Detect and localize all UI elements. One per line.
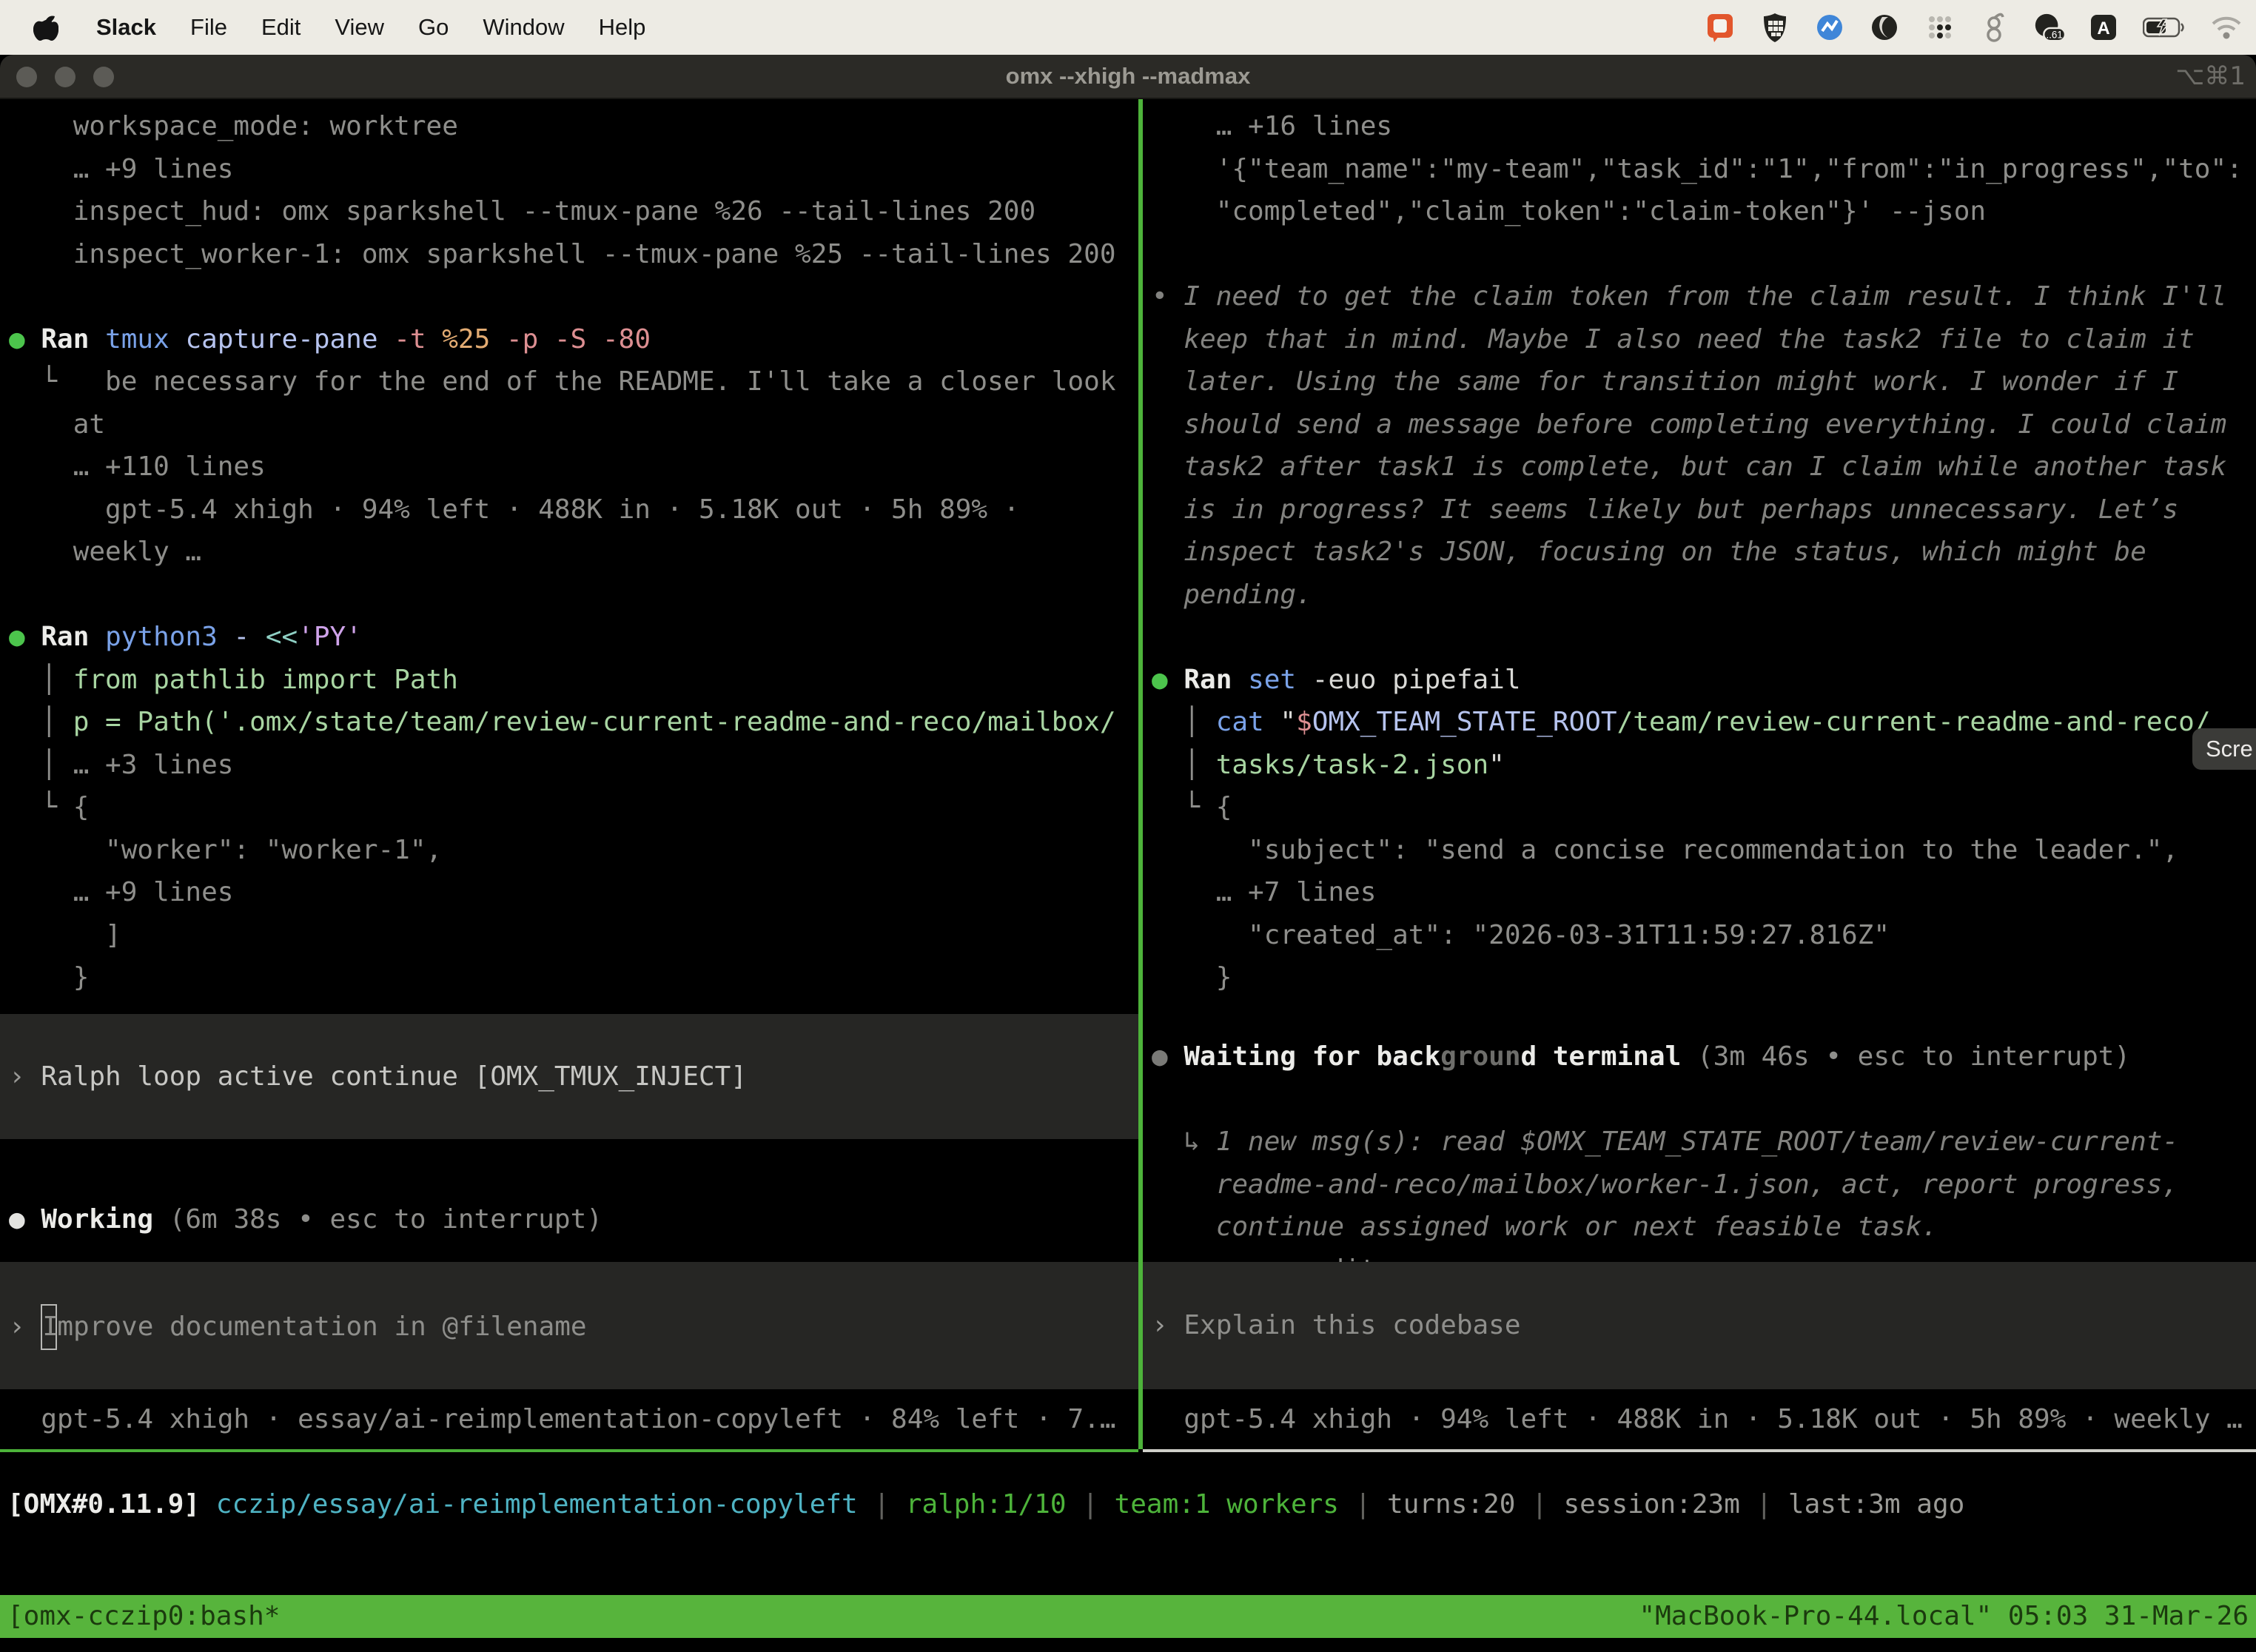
right-prompt-input[interactable]: › Explain this codebase [1143,1262,2256,1389]
right-model-statusline: gpt-5.4 xhigh · 94% left · 488K in · 5.1… [1143,1398,2256,1441]
terminal-line: task2 after task1 is complete, but can I… [1152,446,2256,488]
terminal-line: readme-and-reco/mailbox/worker-1.json, a… [1152,1164,2256,1206]
terminal-line: … +7 lines [1152,871,2256,914]
menu-item-file[interactable]: File [190,14,227,41]
terminal-line: weekly … [9,531,1138,574]
chat-badge-icon[interactable] [1704,11,1736,44]
tmux-terminal: workspace_mode: worktree … +9 lines insp… [0,99,2256,1652]
right-pane-transcript: … +16 lines '{"team_name":"my-team","tas… [1143,105,2256,999]
terminal-line: } [9,956,1138,999]
apple-menu-icon[interactable] [30,11,62,44]
left-pane-transcript: workspace_mode: worktree … +9 lines insp… [0,105,1138,999]
menu-item-window[interactable]: Window [483,14,564,41]
badge-count-text: ..61 [2046,29,2062,40]
screenshot-tooltip-label: Scre [2206,728,2253,770]
window-shortcut-badge: ⌥⌘1 [2175,55,2246,98]
input-source-icon[interactable]: A [2087,11,2120,44]
window-title-bar[interactable]: omx --xhigh --madmax ⌥⌘1 [0,55,2256,99]
terminal-line: └ { [1152,786,2256,829]
working-status: ● Working (6m 38s • esc to interrupt) [0,1198,1138,1241]
terminal-line: later. Using the same for transition mig… [1152,360,2256,403]
terminal-line: … +16 lines [1152,105,2256,148]
terminal-line: … +110 lines [9,446,1138,488]
battery-icon[interactable] [2142,11,2188,44]
terminal-line: │ from pathlib import Path [9,659,1138,702]
macos-menu-bar: Slack File Edit View Go Window Help ..61 [0,0,2256,55]
terminal-line: • I need to get the claim token from the… [1152,275,2256,318]
terminal-line: ● Ran set -euo pipefail [1152,659,2256,702]
terminal-line [9,275,1138,318]
apple-logo [33,13,58,42]
stats-circle-icon[interactable] [1813,11,1846,44]
terminal-line: at [9,403,1138,446]
terminal-line: inspect_hud: omx sparkshell --tmux-pane … [9,190,1138,233]
terminal-line: workspace_mode: worktree [9,105,1138,148]
right-prompt-text: › Explain this codebase [1152,1304,1521,1347]
terminal-line: "created_at": "2026-03-31T11:59:27.816Z" [1152,914,2256,957]
terminal-line: "completed","claim_token":"claim-token"}… [1152,190,2256,233]
left-pane-bottom-border [0,1449,1138,1452]
terminal-line: inspect task2's JSON, focusing on the st… [1152,531,2256,574]
terminal-line: should send a message before completing … [1152,403,2256,446]
terminal-line: keep that in mind. Maybe I also need the… [1152,318,2256,361]
dots-grid-icon[interactable] [1923,11,1955,44]
terminal-line: │ tasks/task-2.json" [1152,744,2256,787]
terminal-line [9,574,1138,617]
count-badge-icon[interactable]: ..61 [2032,11,2065,44]
svg-text:A: A [2097,19,2109,38]
terminal-line: … +9 lines [9,871,1138,914]
right-pane-bottom-border [1143,1449,2256,1452]
terminal-line [1152,233,2256,276]
terminal-line: gpt-5.4 xhigh · 94% left · 488K in · 5.1… [9,488,1138,531]
terminal-line: … +9 lines [9,148,1138,191]
tmux-pane-left[interactable]: workspace_mode: worktree … +9 lines insp… [0,99,1138,1449]
ralph-loop-banner: › Ralph loop active continue [OMX_TMUX_I… [0,1014,1138,1139]
tmux-status-bar: [omx-cczip0:bash* "MacBook-Pro-44.local"… [0,1595,2256,1638]
terminal-line: is in progress? It seems likely but perh… [1152,488,2256,531]
shield-grid-icon[interactable] [1759,11,1791,44]
terminal-line: └ { [9,786,1138,829]
tmux-host-clock: "MacBook-Pro-44.local" 05:03 31-Mar-26 [1639,1595,2249,1638]
terminal-line: "subject": "send a concise recommendatio… [1152,829,2256,872]
terminal-line: │ … +3 lines [9,744,1138,787]
terminal-line: pending. [1152,574,2256,617]
terminal-line: } [1152,956,2256,999]
omx-status-line: [OMX#0.11.9] cczip/essay/ai-reimplementa… [0,1483,2256,1526]
terminal-window: omx --xhigh --madmax ⌥⌘1 workspace_mode:… [0,55,2256,1652]
terminal-line [1152,616,2256,659]
menu-item-app[interactable]: Slack [96,14,156,41]
screenshot-tooltip: Scre [2192,728,2256,770]
menu-item-go[interactable]: Go [418,14,449,41]
menu-bar-left: Slack File Edit View Go Window Help [0,11,645,44]
terminal-line: └ be necessary for the end of the README… [9,360,1138,403]
terminal-line: "worker": "worker-1", [9,829,1138,872]
window-title: omx --xhigh --madmax [0,55,2256,98]
terminal-line: ● Ran tmux capture-pane -t %25 -p -S -80 [9,318,1138,361]
wifi-icon[interactable] [2210,11,2243,44]
menu-item-edit[interactable]: Edit [261,14,301,41]
waiting-status: ● Waiting for background terminal (3m 46… [1143,1035,2256,1078]
left-model-statusline: gpt-5.4 xhigh · essay/ai-reimplementatio… [0,1398,1138,1441]
menu-item-view[interactable]: View [335,14,384,41]
left-prompt-input[interactable]: › Improve documentation in @filename [0,1262,1138,1389]
ralph-loop-text: › Ralph loop active continue [OMX_TMUX_I… [9,1055,747,1098]
terminal-line: ] [9,914,1138,957]
terminal-line: ● Ran python3 - <<'PY' [9,616,1138,659]
terminal-line: '{"team_name":"my-team","task_id":"1","f… [1152,148,2256,191]
menu-item-help[interactable]: Help [599,14,646,41]
terminal-line: ↳ 1 new msg(s): read $OMX_TEAM_STATE_ROO… [1152,1121,2256,1164]
menu-bar-status-icons: ..61 A [1704,11,2256,44]
terminal-line: continue assigned work or next feasible … [1152,1206,2256,1249]
terminal-line: │ p = Path('.omx/state/team/review-curre… [9,701,1138,744]
terminal-line: inspect_worker-1: omx sparkshell --tmux-… [9,233,1138,276]
left-prompt-text: › Improve documentation in @filename [9,1304,587,1347]
tmux-session-name: [omx-cczip0:bash* [7,1595,280,1638]
terminal-line: │ cat "$OMX_TEAM_STATE_ROOT/team/review-… [1152,701,2256,744]
moon-arc-icon[interactable] [1868,11,1901,44]
tmux-pane-right[interactable]: … +16 lines '{"team_name":"my-team","tas… [1143,99,2256,1449]
hook-figure-icon[interactable] [1978,11,2010,44]
